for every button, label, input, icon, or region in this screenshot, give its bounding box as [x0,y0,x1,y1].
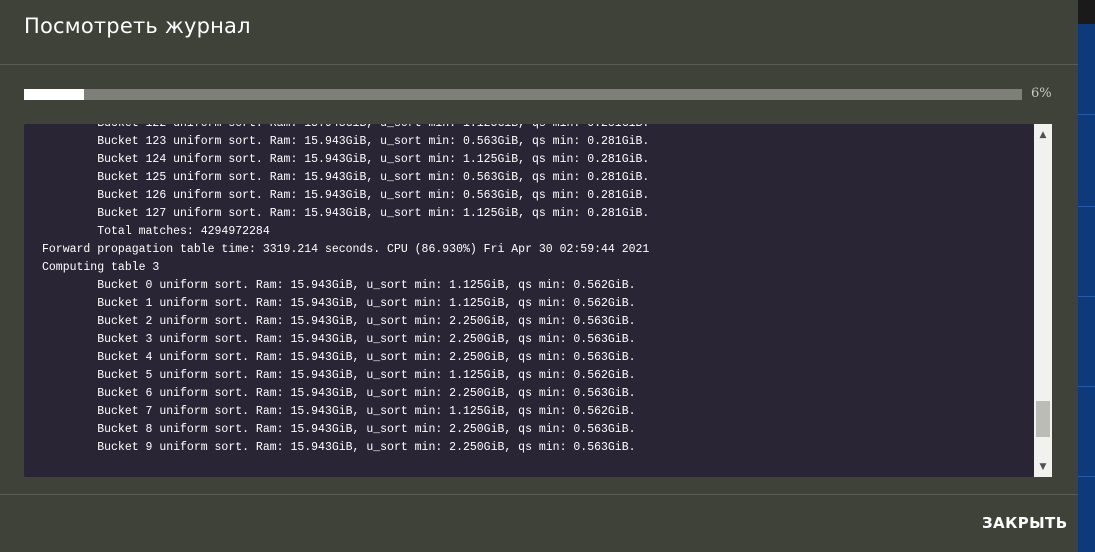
progress-bar [24,89,1022,100]
footer-divider [0,494,1078,495]
background-divider [1078,114,1095,115]
background-window-edge [1078,0,1095,552]
dialog-title: Посмотреть журнал [24,14,251,38]
scrollbar-thumb[interactable] [1036,400,1050,437]
background-divider [1078,476,1095,477]
background-divider [1078,206,1095,207]
background-divider [1078,296,1095,297]
progress-bar-fill [24,89,84,100]
background-window-titlebar [1078,0,1095,24]
close-button[interactable]: ЗАКРЫТЬ [970,508,1080,538]
progress-percent-label: 6% [1031,86,1052,101]
log-text: Bucket 122 uniform sort. Ram: 15.943GiB,… [42,124,650,454]
header-divider [0,64,1078,65]
log-dialog: Посмотреть журнал 6% Bucket 122 uniform … [0,0,1078,552]
scroll-up-icon[interactable]: ▲ [1034,126,1052,144]
log-output[interactable]: Bucket 122 uniform sort. Ram: 15.943GiB,… [24,124,1034,477]
log-scrollbar[interactable]: ▲ ▼ [1034,124,1052,477]
background-divider [1078,386,1095,387]
scroll-down-icon[interactable]: ▼ [1034,458,1052,476]
